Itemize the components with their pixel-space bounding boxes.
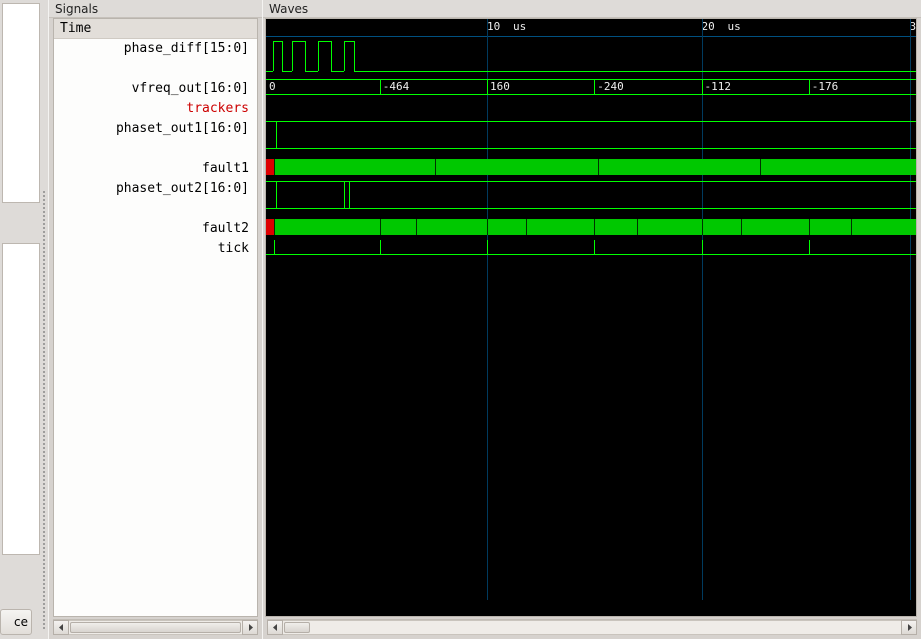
bus-value: -464: [380, 79, 410, 95]
ruler-label: 10: [487, 20, 500, 33]
signal-row: [54, 139, 257, 159]
left-upper-frame: [2, 3, 40, 203]
ruler-label: 20: [702, 20, 715, 33]
track-fault2: [266, 217, 916, 237]
waves-hscrollbar[interactable]: [267, 619, 917, 635]
signal-row: [54, 59, 257, 79]
track-tick: [266, 237, 916, 257]
signal-row[interactable]: fault1: [54, 159, 257, 179]
scroll-thumb[interactable]: [70, 622, 241, 633]
waves-panel: Waves 10us20us300-464160-240-112-176: [262, 0, 921, 639]
bus-value: -112: [702, 79, 732, 95]
signal-row[interactable]: phase_diff[15:0]: [54, 39, 257, 59]
scroll-right-icon[interactable]: [242, 620, 258, 635]
bus-value: -240: [594, 79, 624, 95]
signal-row: [54, 199, 257, 219]
left-lower-frame: [2, 243, 40, 555]
grid-line: [910, 19, 911, 600]
scroll-left-icon[interactable]: [267, 620, 283, 635]
scroll-thumb[interactable]: [284, 622, 310, 633]
scroll-trough[interactable]: [69, 620, 242, 635]
scroll-right-icon[interactable]: [901, 620, 917, 635]
scroll-trough[interactable]: [283, 620, 901, 635]
signals-panel-title: Signals: [49, 0, 262, 18]
signal-row[interactable]: phaset_out1[16:0]: [54, 119, 257, 139]
signal-row[interactable]: vfreq_out[16:0]: [54, 79, 257, 99]
bus-value: -176: [809, 79, 839, 95]
scroll-left-icon[interactable]: [53, 620, 69, 635]
signal-time-header[interactable]: Time: [54, 19, 257, 39]
track-vfreq-out: 0 -464 160 -240 -112 -176: [266, 77, 916, 97]
ruler-label: us: [513, 20, 526, 33]
track-phaset-out2: [266, 177, 916, 213]
signal-list[interactable]: Time phase_diff[15:0] vfreq_out[16:0] tr…: [53, 18, 258, 617]
truncated-button[interactable]: ce: [0, 609, 32, 635]
signals-panel: Signals Time phase_diff[15:0] vfreq_out[…: [48, 0, 262, 639]
left-gutter: ce: [0, 0, 48, 639]
signal-row[interactable]: phaset_out2[16:0]: [54, 179, 257, 199]
bus-value: 160: [487, 79, 510, 95]
ruler-label: us: [728, 20, 741, 33]
signal-row[interactable]: fault2: [54, 219, 257, 239]
waveform-viewport[interactable]: 10us20us300-464160-240-112-176: [265, 18, 917, 617]
signal-row[interactable]: tick: [54, 239, 257, 259]
bus-value: 0: [266, 79, 276, 95]
track-phaset-out1: [266, 117, 916, 153]
waves-panel-title: Waves: [263, 0, 921, 18]
grid-line: [702, 19, 703, 600]
track-phase-diff: [266, 37, 916, 73]
time-ruler: 10us20us30: [266, 19, 916, 37]
track-fault1: [266, 157, 916, 177]
grid-line: [487, 19, 488, 600]
signal-group-trackers[interactable]: trackers: [54, 99, 257, 119]
splitter-handle[interactable]: [42, 190, 46, 629]
signals-hscrollbar[interactable]: [53, 619, 258, 635]
